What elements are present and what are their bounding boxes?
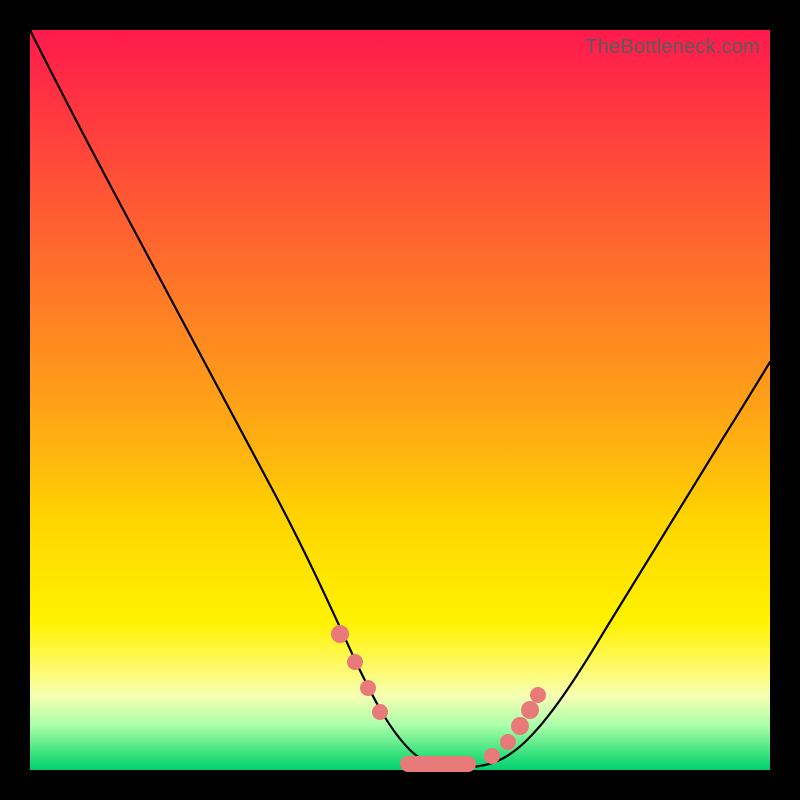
marker-dot bbox=[511, 717, 529, 735]
marker-dot bbox=[360, 680, 376, 696]
chart-frame: TheBottleneck.com bbox=[0, 0, 800, 800]
marker-pill bbox=[400, 756, 476, 772]
bottleneck-curve bbox=[30, 30, 770, 767]
marker-dot bbox=[372, 704, 388, 720]
marker-dot bbox=[331, 625, 349, 643]
marker-dot bbox=[500, 734, 516, 750]
marker-dot bbox=[530, 687, 546, 703]
marker-dot bbox=[347, 654, 363, 670]
plot-area: TheBottleneck.com bbox=[30, 30, 770, 770]
curve-svg bbox=[30, 30, 770, 770]
marker-dot bbox=[484, 748, 500, 764]
marker-dot bbox=[521, 701, 539, 719]
